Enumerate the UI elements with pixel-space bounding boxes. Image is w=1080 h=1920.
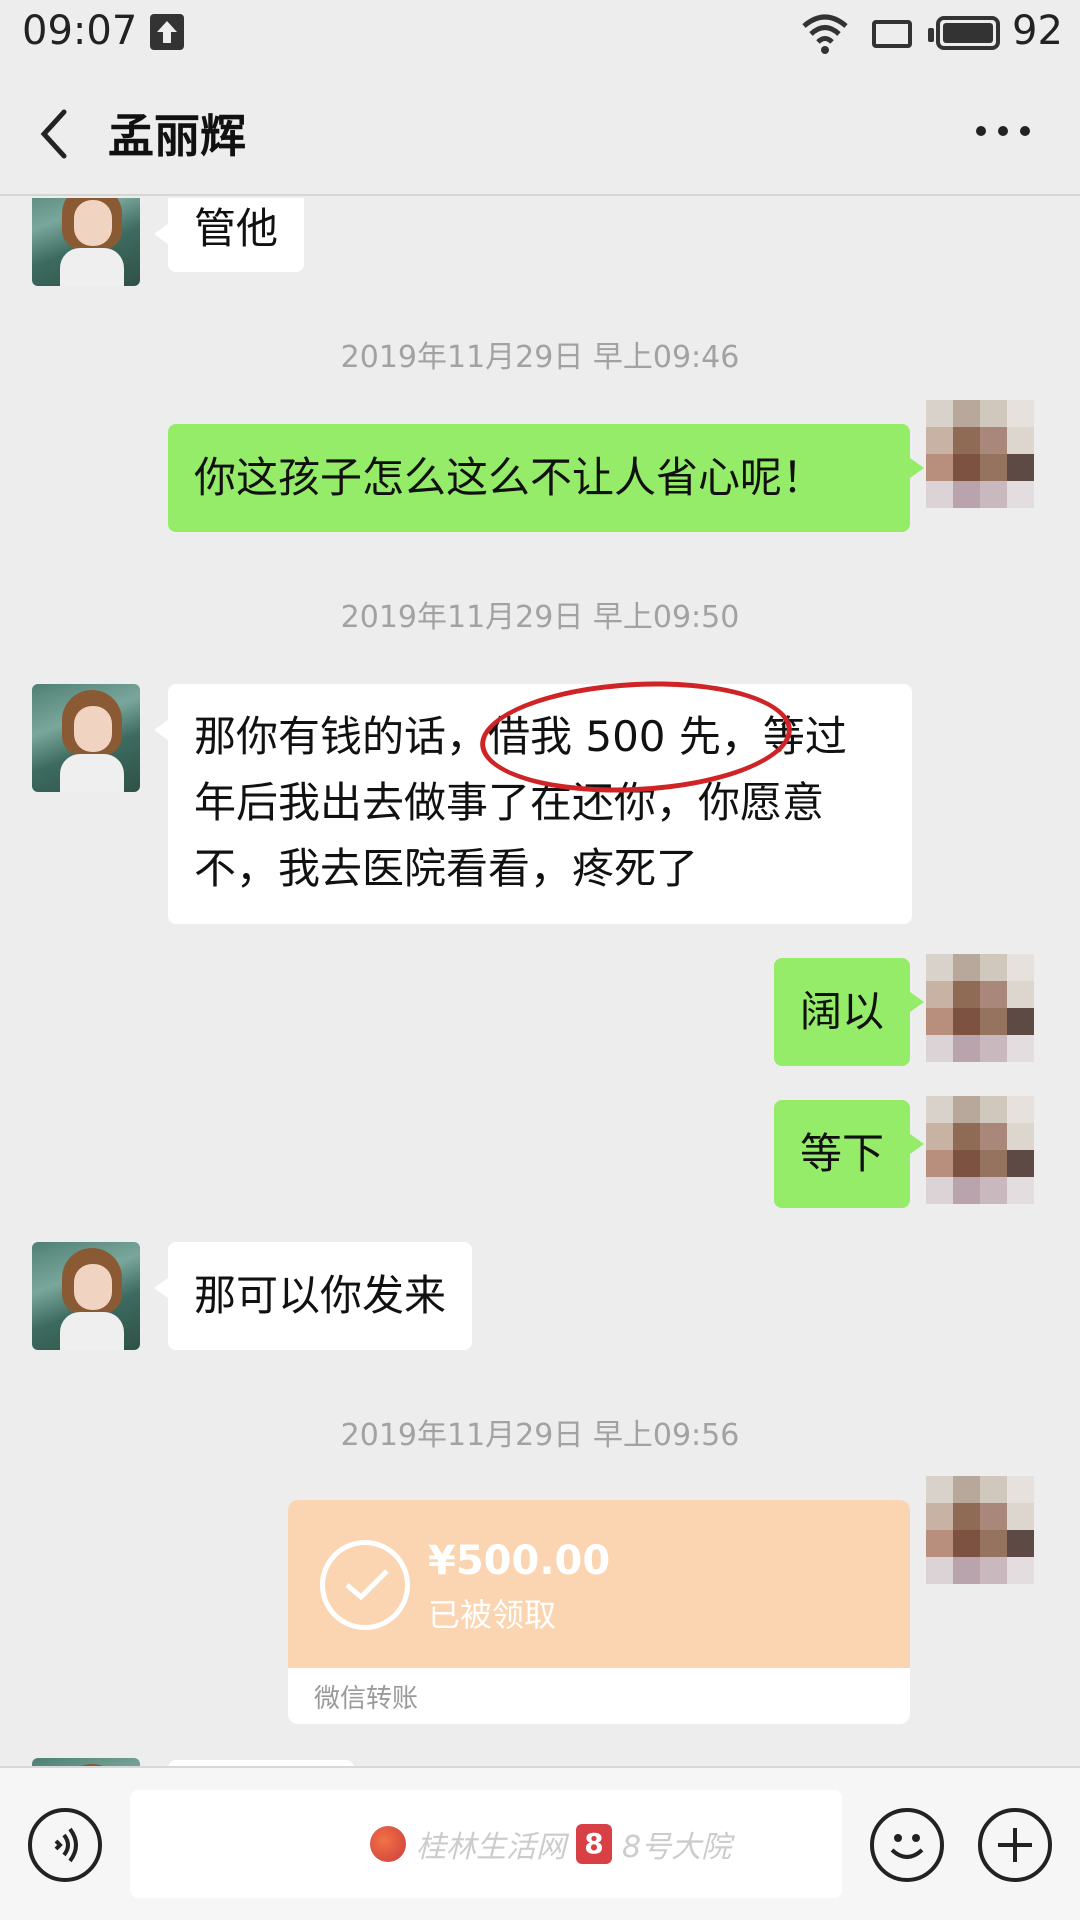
- message-text: 管他: [194, 204, 279, 253]
- check-circle-icon: [320, 1540, 410, 1630]
- message-input[interactable]: 桂林生活网 8 8号大院: [130, 1790, 842, 1898]
- status-bar: 09:07 92: [0, 0, 1080, 70]
- timestamp: 2019年11月29日 早上09:56: [340, 1418, 740, 1453]
- voice-icon[interactable]: [28, 1808, 102, 1882]
- status-time: 09:07: [22, 8, 138, 54]
- watermark-text: 桂林生活网: [416, 1830, 566, 1865]
- my-avatar[interactable]: [926, 954, 1034, 1062]
- watermark-text: 8号大院: [622, 1830, 732, 1865]
- watermark: 桂林生活网 8 8号大院: [370, 1818, 731, 1870]
- chat-title: 孟丽辉: [108, 109, 246, 163]
- contact-avatar[interactable]: [32, 684, 140, 792]
- message-text: 等下: [800, 1129, 885, 1178]
- transfer-card[interactable]: ¥500.00 已被领取 微信转账: [288, 1500, 910, 1724]
- emoji-icon[interactable]: [870, 1808, 944, 1882]
- message-text: 阔以: [800, 987, 885, 1036]
- message-list[interactable]: 管他 2019年11月29日 早上09:46 你这孩子怎么这么不让人省心呢！ 2…: [0, 198, 1080, 1766]
- battery-icon: [928, 16, 1000, 50]
- contact-avatar[interactable]: [32, 198, 140, 286]
- message-text: 你这孩子怎么这么不让人省心呢！: [194, 453, 825, 502]
- my-avatar[interactable]: [926, 1096, 1034, 1204]
- incoming-message[interactable]: 管他: [153, 198, 305, 272]
- message-line: 不，我去医院看看，疼死了: [194, 844, 699, 893]
- contact-avatar[interactable]: [32, 1758, 140, 1766]
- transfer-amount: ¥500.00: [428, 1538, 611, 1584]
- contact-avatar[interactable]: [32, 1242, 140, 1350]
- chevron-left-icon[interactable]: [34, 106, 74, 162]
- outgoing-message[interactable]: 等下: [774, 1100, 925, 1208]
- chat-header: 孟丽辉: [0, 70, 1080, 196]
- upload-icon: [150, 14, 184, 50]
- battery-level: 92: [1012, 8, 1063, 54]
- watermark-logo-icon: [370, 1826, 406, 1862]
- message-text: 那可以你发来: [194, 1271, 447, 1320]
- wifi-icon: [802, 14, 848, 54]
- transfer-status: 已被领取: [428, 1596, 557, 1634]
- plus-icon[interactable]: [978, 1808, 1052, 1882]
- outgoing-message[interactable]: 你这孩子怎么这么不让人省心呢！: [168, 424, 924, 532]
- my-avatar[interactable]: [926, 1476, 1034, 1584]
- screen-icon: [872, 20, 912, 48]
- transfer-card-body: ¥500.00 已被领取: [288, 1500, 910, 1668]
- input-bar: 桂林生活网 8 8号大院: [0, 1766, 1080, 1920]
- outgoing-message[interactable]: 阔以: [774, 958, 925, 1066]
- timestamp: 2019年11月29日 早上09:46: [340, 340, 740, 375]
- incoming-message[interactable]: 那可以你发来: [153, 1242, 473, 1350]
- watermark-badge: 8: [576, 1824, 612, 1864]
- timestamp: 2019年11月29日 早上09:50: [340, 600, 740, 635]
- transfer-label: 微信转账: [314, 1684, 419, 1714]
- my-avatar[interactable]: [926, 400, 1034, 508]
- more-dots-icon[interactable]: [976, 126, 1032, 140]
